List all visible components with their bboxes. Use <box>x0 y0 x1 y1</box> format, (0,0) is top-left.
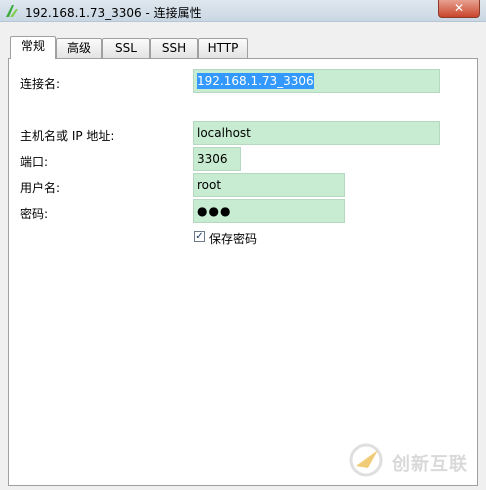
watermark-text: 创新互联 <box>392 454 468 475</box>
connection-name-value: 192.168.1.73_3306 <box>197 73 314 89</box>
tab-http[interactable]: HTTP <box>198 38 248 58</box>
host-label: 主机名或 IP 地址: <box>20 129 115 143</box>
watermark: 创新互联 <box>348 442 480 478</box>
connection-name-label: 连接名: <box>20 77 61 91</box>
username-label: 用户名: <box>20 181 61 195</box>
port-label: 端口: <box>20 155 49 169</box>
close-button[interactable]: ✕ <box>438 0 480 18</box>
title-bar: 192.168.1.73_3306 - 连接属性 ✕ <box>0 0 486 22</box>
save-password-label: 保存密码 <box>209 232 258 246</box>
username-input[interactable]: root <box>193 173 345 197</box>
port-input[interactable]: 3306 <box>193 147 241 171</box>
navicat-icon <box>6 5 18 17</box>
tab-ssh[interactable]: SSH <box>150 38 198 58</box>
tab-ssl[interactable]: SSL <box>102 38 150 58</box>
close-icon: ✕ <box>453 1 465 15</box>
password-input[interactable]: ●●● <box>193 199 345 223</box>
password-label: 密码: <box>20 207 49 221</box>
check-icon: ✓ <box>195 231 204 242</box>
tab-general[interactable]: 常规 <box>10 36 56 59</box>
window-title: 192.168.1.73_3306 - 连接属性 <box>25 6 202 20</box>
save-password-checkbox[interactable]: ✓ <box>194 231 205 242</box>
connection-name-input[interactable]: 192.168.1.73_3306 <box>193 69 440 93</box>
logo-icon <box>349 443 383 477</box>
host-input[interactable]: localhost <box>193 121 440 145</box>
tab-advanced[interactable]: 高级 <box>56 38 102 58</box>
